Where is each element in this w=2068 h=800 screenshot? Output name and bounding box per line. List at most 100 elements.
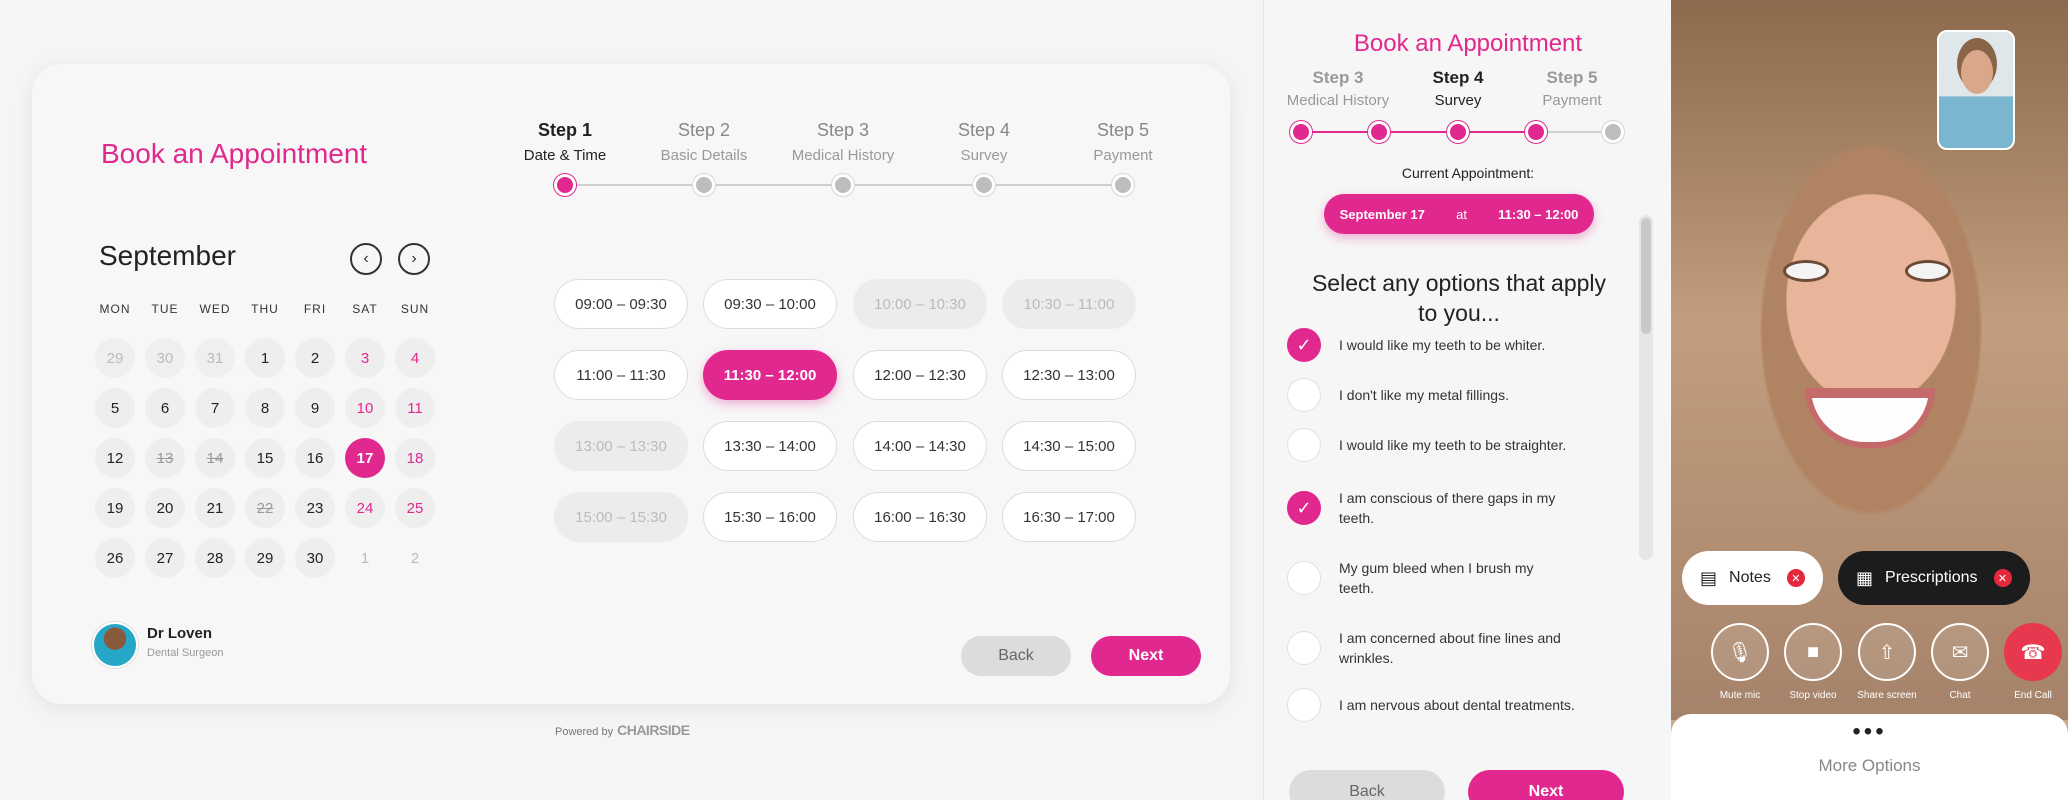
time-slot[interactable]: 11:00 – 11:30 xyxy=(554,350,688,400)
survey-step-5[interactable]: Step 5 Payment xyxy=(1507,68,1637,109)
selected-day[interactable]: 17 xyxy=(345,438,385,478)
survey-option-label: I am nervous about dental treatments. xyxy=(1339,697,1575,713)
self-view-video[interactable] xyxy=(1937,30,2015,150)
survey-option[interactable]: ✓ I would like my teeth to be whiter. xyxy=(1287,328,1627,362)
survey-option-label: I would like my teeth to be whiter. xyxy=(1339,337,1546,353)
survey-option[interactable]: I am concerned about fine lines and wrin… xyxy=(1287,628,1627,668)
calendar-day[interactable]: 6 xyxy=(145,388,185,428)
next-month-button[interactable]: › xyxy=(398,243,430,275)
calendar-day[interactable]: 18 xyxy=(395,438,435,478)
share-screen-button[interactable]: ⇧ xyxy=(1858,623,1916,681)
calendar-day[interactable]: 9 xyxy=(295,388,335,428)
time-slot[interactable]: 15:30 – 16:00 xyxy=(703,492,837,542)
chat-icon: ✉ xyxy=(1951,641,1969,664)
time-slot[interactable]: 12:00 – 12:30 xyxy=(853,350,987,400)
calendar-day[interactable]: 1 xyxy=(245,338,285,378)
calendar-day[interactable]: 4 xyxy=(395,338,435,378)
calendar-day[interactable]: 2 xyxy=(295,338,335,378)
step-2[interactable]: Step 2 Basic Details xyxy=(624,120,784,164)
calendar-day[interactable]: 15 xyxy=(245,438,285,478)
selected-time-slot[interactable]: 11:30 – 12:00 xyxy=(703,350,837,400)
close-icon[interactable]: ✕ xyxy=(1993,569,2012,587)
survey-option[interactable]: I don't like my metal fillings. xyxy=(1287,378,1627,412)
calendar-day: 30 xyxy=(145,338,185,378)
chat-button[interactable]: ✉ xyxy=(1931,623,1989,681)
calendar-day[interactable]: 27 xyxy=(145,538,185,578)
survey-title: Book an Appointment xyxy=(1353,30,1583,57)
stop-video-button[interactable]: ■ xyxy=(1784,623,1842,681)
calendar-day: 31 xyxy=(195,338,235,378)
calendar-day[interactable]: 28 xyxy=(195,538,235,578)
weekday-label: THU xyxy=(251,302,279,316)
end-call-button[interactable]: ☎ xyxy=(2004,623,2062,681)
survey-step-3[interactable]: Step 3 Medical History xyxy=(1273,68,1403,109)
survey-option[interactable]: ✓ I am conscious of there gaps in my teet… xyxy=(1287,488,1627,528)
calendar-day: 29 xyxy=(95,338,135,378)
doctor-name: Dr Loven xyxy=(147,625,213,642)
step-1[interactable]: Step 1 Date & Time xyxy=(485,120,645,164)
survey-option-label: My gum bleed when I brush my teeth. xyxy=(1339,560,1534,596)
step-3[interactable]: Step 3 Medical History xyxy=(763,120,923,164)
calendar-day[interactable]: 7 xyxy=(195,388,235,428)
notes-tab[interactable]: ▤ Notes ✕ xyxy=(1682,551,1823,605)
time-slot[interactable]: 14:00 – 14:30 xyxy=(853,421,987,471)
survey-option[interactable]: I would like my teeth to be straighter. xyxy=(1287,428,1627,462)
survey-next-button[interactable]: Next xyxy=(1468,770,1624,800)
checkbox[interactable] xyxy=(1287,378,1321,412)
current-appointment-label: Current Appointment: xyxy=(1401,165,1535,181)
checked-checkbox[interactable]: ✓ xyxy=(1287,328,1321,362)
weekday-label: SAT xyxy=(352,302,378,316)
mute-mic-button[interactable]: 🎙 xyxy=(1711,623,1769,681)
calendar-day[interactable]: 20 xyxy=(145,488,185,528)
calendar-day[interactable]: 29 xyxy=(245,538,285,578)
checkbox[interactable] xyxy=(1287,688,1321,722)
calendar-day[interactable]: 25 xyxy=(395,488,435,528)
step-5[interactable]: Step 5 Payment xyxy=(1043,120,1203,164)
calendar-month: September xyxy=(99,240,236,271)
control-label: End Call xyxy=(2014,690,2052,701)
time-slot[interactable]: 09:30 – 10:00 xyxy=(703,279,837,329)
calendar-day[interactable]: 19 xyxy=(95,488,135,528)
prescriptions-tab[interactable]: ▦ Prescriptions ✕ xyxy=(1838,551,2030,605)
time-slot[interactable]: 09:00 – 09:30 xyxy=(554,279,688,329)
close-icon[interactable]: ✕ xyxy=(1786,569,1805,587)
survey-option[interactable]: I am nervous about dental treatments. xyxy=(1287,688,1627,722)
checkbox[interactable] xyxy=(1287,428,1321,462)
calendar-day[interactable]: 23 xyxy=(295,488,335,528)
calendar-day[interactable]: 3 xyxy=(345,338,385,378)
calendar-day[interactable]: 5 xyxy=(95,388,135,428)
time-slot[interactable]: 16:30 – 17:00 xyxy=(1002,492,1136,542)
calendar-day[interactable]: 8 xyxy=(245,388,285,428)
calendar-day[interactable]: 11 xyxy=(395,388,435,428)
calendar-day[interactable]: 21 xyxy=(195,488,235,528)
current-appointment-pill: September 17 at 11:30 – 12:00 xyxy=(1324,194,1594,234)
chevron-right-icon: › xyxy=(411,250,417,267)
time-slot[interactable]: 12:30 – 13:00 xyxy=(1002,350,1136,400)
calendar-day[interactable]: 30 xyxy=(295,538,335,578)
more-options-sheet[interactable]: ••• More Options xyxy=(1671,714,2068,800)
survey-option[interactable]: My gum bleed when I brush my teeth. xyxy=(1287,558,1627,598)
survey-step-4[interactable]: Step 4 Survey xyxy=(1393,68,1523,109)
time-slot[interactable]: 14:30 – 15:00 xyxy=(1002,421,1136,471)
calendar-day[interactable]: 24 xyxy=(345,488,385,528)
prev-month-button[interactable]: ‹ xyxy=(350,243,382,275)
survey-scroll-thumb[interactable] xyxy=(1641,218,1651,334)
step-4[interactable]: Step 4 Survey xyxy=(904,120,1064,164)
time-slot[interactable]: 13:30 – 14:00 xyxy=(703,421,837,471)
checkbox[interactable] xyxy=(1287,631,1321,665)
calendar-day[interactable]: 16 xyxy=(295,438,335,478)
survey-back-button[interactable]: Back xyxy=(1289,770,1445,800)
calendar-day[interactable]: 12 xyxy=(95,438,135,478)
next-button[interactable]: Next xyxy=(1091,636,1201,676)
weekday-label: WED xyxy=(199,302,231,316)
survey-dot-4 xyxy=(1525,121,1547,143)
calendar-day[interactable]: 10 xyxy=(345,388,385,428)
checkbox[interactable] xyxy=(1287,561,1321,595)
calendar-day[interactable]: 26 xyxy=(95,538,135,578)
weekday-label: FRI xyxy=(303,302,327,316)
time-slot[interactable]: 16:00 – 16:30 xyxy=(853,492,987,542)
chairside-logo: CHAIRSIDE xyxy=(617,722,690,738)
booking-title: Book an Appointment xyxy=(101,138,368,169)
back-button[interactable]: Back xyxy=(961,636,1071,676)
checked-checkbox[interactable]: ✓ xyxy=(1287,491,1321,525)
